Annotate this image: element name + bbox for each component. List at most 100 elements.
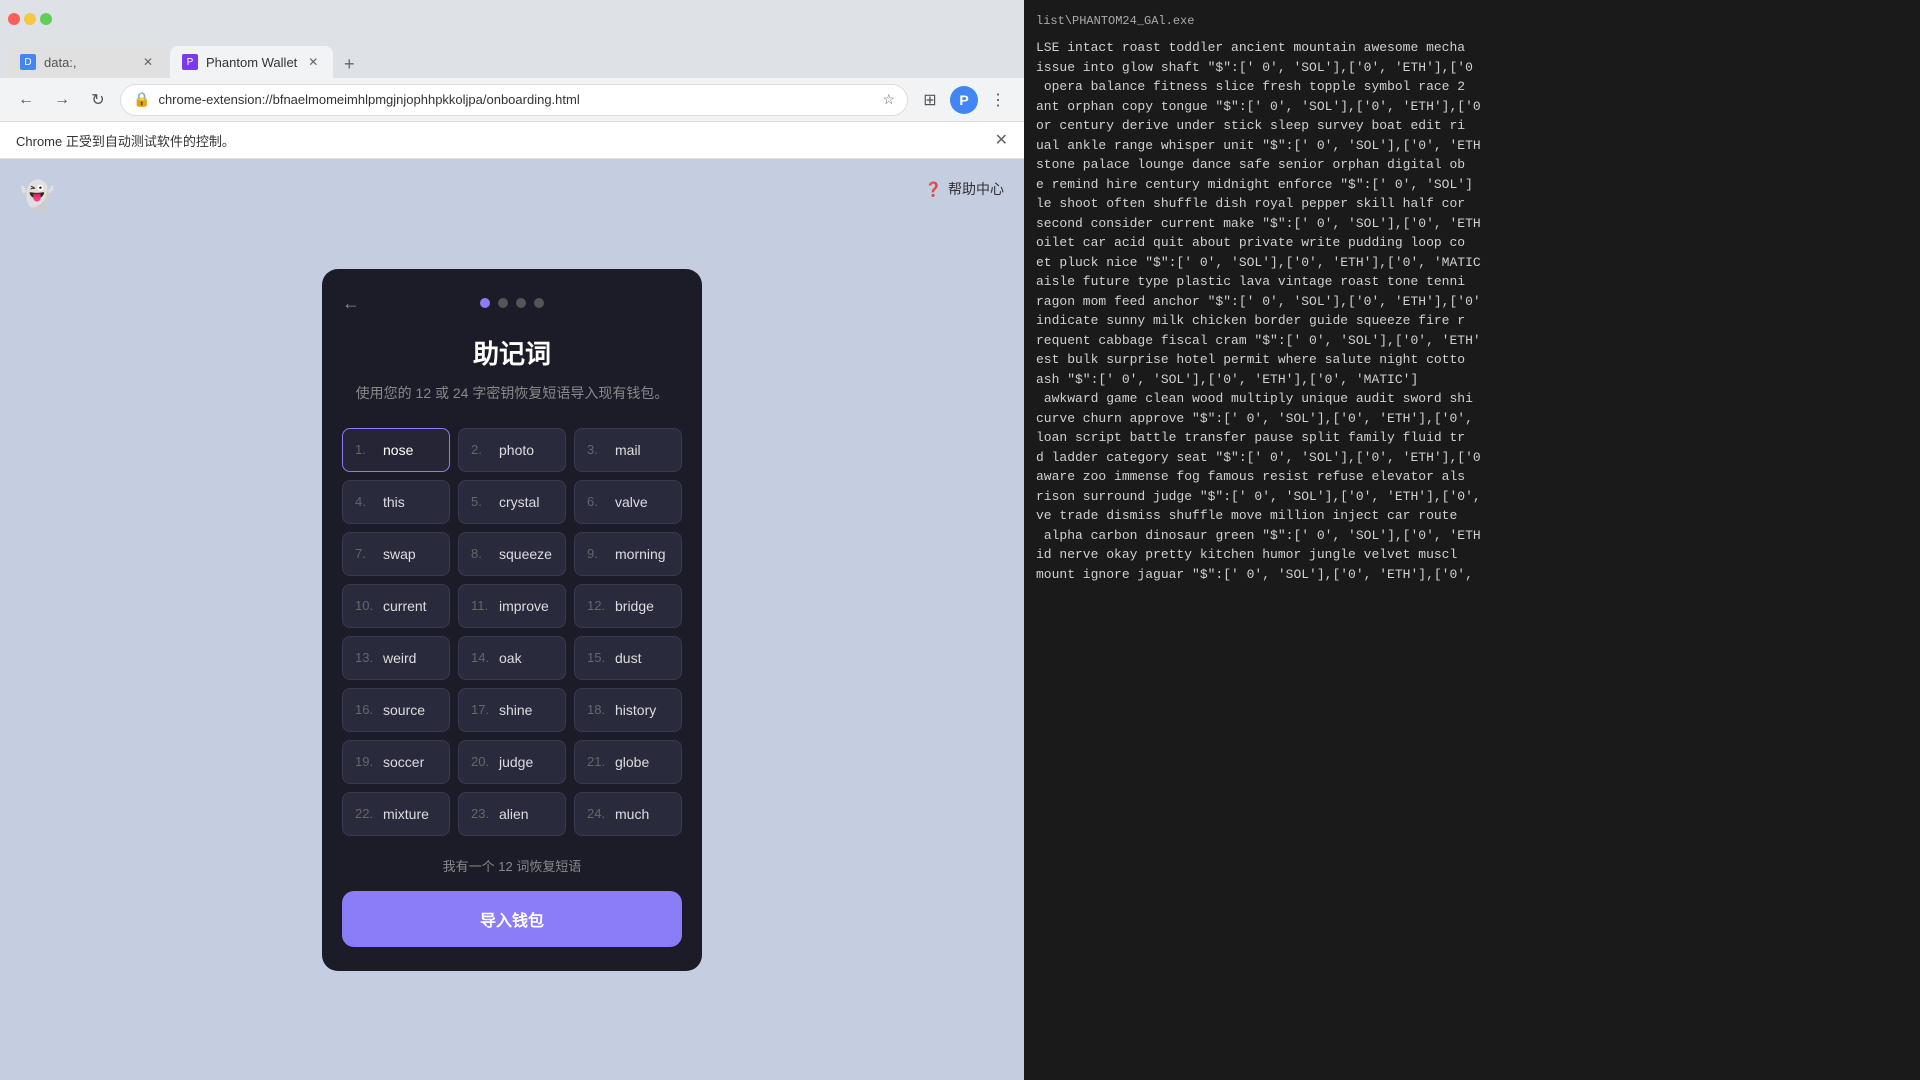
dot-4 — [534, 298, 544, 308]
dot-2 — [498, 298, 508, 308]
seed-num-24: 24. — [587, 806, 607, 821]
seed-word-14: oak — [499, 650, 522, 666]
seed-cell-2[interactable]: 2.photo — [458, 428, 566, 472]
seed-cell-6[interactable]: 6. valve — [574, 480, 682, 524]
seed-num-1: 1. — [355, 442, 375, 457]
tab-data-label: data:, — [44, 55, 77, 70]
tab-data[interactable]: D data:, ✕ — [8, 46, 168, 78]
seed-cell-11[interactable]: 11.improve — [458, 584, 566, 628]
seed-cell-14[interactable]: 14. oak — [458, 636, 566, 680]
seed-word-16: source — [383, 702, 425, 718]
seed-word-5: crystal — [499, 494, 539, 510]
seed-word-23: alien — [499, 806, 529, 822]
notification-close-button[interactable]: ✕ — [995, 130, 1008, 150]
browser-window: D data:, ✕ P Phantom Wallet ✕ + ← → ↻ 🔒 … — [0, 0, 1024, 1080]
seed-cell-13[interactable]: 13.weird — [342, 636, 450, 680]
page-content: 👻 ❓ 帮助中心 ← 助记词 使用您的 12 或 24 字密钥恢复短语导入现有钱… — [0, 159, 1024, 1080]
seed-cell-17[interactable]: 17.shine — [458, 688, 566, 732]
window-close-btn[interactable] — [8, 13, 20, 25]
seed-num-19: 19. — [355, 754, 375, 769]
window-minimize-btn[interactable] — [24, 13, 36, 25]
tab-phantom-close[interactable]: ✕ — [305, 54, 321, 70]
profile-avatar[interactable]: P — [950, 86, 978, 114]
seed-cell-5[interactable]: 5. crystal — [458, 480, 566, 524]
menu-button[interactable]: ⋮ — [984, 86, 1012, 114]
seed-num-3: 3. — [587, 442, 607, 457]
forward-button[interactable]: → — [48, 86, 76, 114]
url-text: chrome-extension://bfnaelmomeimhlpmgjnjo… — [158, 92, 874, 107]
terminal-window: list\PHANTOM24_GAl.exe LSE intact roast … — [1024, 0, 1920, 1080]
extensions-button[interactable]: ⊞ — [916, 86, 944, 114]
seed-cell-22[interactable]: 22.mixture — [342, 792, 450, 836]
seed-num-14: 14. — [471, 650, 491, 665]
terminal-title: list\PHANTOM24_GAl.exe — [1036, 12, 1908, 30]
seed-num-10: 10. — [355, 598, 375, 613]
seed-word-11: improve — [499, 598, 549, 614]
seed-num-6: 6. — [587, 494, 607, 509]
seed-cell-16[interactable]: 16.source — [342, 688, 450, 732]
seed-cell-23[interactable]: 23.alien — [458, 792, 566, 836]
seed-word-21: globe — [615, 754, 649, 770]
notification-text: Chrome 正受到自动测试软件的控制。 — [16, 131, 235, 150]
seed-cell-4[interactable]: 4.this — [342, 480, 450, 524]
omnibox-bar: ← → ↻ 🔒 chrome-extension://bfnaelmomeimh… — [0, 78, 1024, 122]
refresh-button[interactable]: ↻ — [84, 86, 112, 114]
seed-word-24: much — [615, 806, 649, 822]
tab-bar: D data:, ✕ P Phantom Wallet ✕ + — [0, 38, 1024, 78]
new-tab-button[interactable]: + — [335, 50, 363, 78]
seed-word-13: weird — [383, 650, 416, 666]
window-controls — [8, 13, 52, 25]
seed-cell-7[interactable]: 7.swap — [342, 532, 450, 576]
toolbar-icons: ⊞ P ⋮ — [916, 86, 1012, 114]
address-bar[interactable]: 🔒 chrome-extension://bfnaelmomeimhlpmgjn… — [120, 84, 908, 116]
dot-1 — [480, 298, 490, 308]
import-wallet-button[interactable]: 导入钱包 — [342, 891, 682, 947]
seed-word-15: dust — [615, 650, 641, 666]
wallet-modal: ← 助记词 使用您的 12 或 24 字密钥恢复短语导入现有钱包。 1.2.ph… — [322, 269, 702, 971]
seed-cell-10[interactable]: 10.current — [342, 584, 450, 628]
seed-cell-15[interactable]: 15.dust — [574, 636, 682, 680]
seed-cell-8[interactable]: 8. squeeze — [458, 532, 566, 576]
seed-cell-12[interactable]: 12.bridge — [574, 584, 682, 628]
back-arrow-button[interactable]: ← — [342, 293, 360, 314]
seed-num-21: 21. — [587, 754, 607, 769]
seed-cell-19[interactable]: 19.soccer — [342, 740, 450, 784]
tab-data-close[interactable]: ✕ — [140, 54, 156, 70]
seed-word-2: photo — [499, 442, 534, 458]
seed-num-18: 18. — [587, 702, 607, 717]
seed-num-22: 22. — [355, 806, 375, 821]
dot-3 — [516, 298, 526, 308]
tab-data-favicon: D — [20, 54, 36, 70]
seed-cell-18[interactable]: 18.history — [574, 688, 682, 732]
seed-cell-1[interactable]: 1. — [342, 428, 450, 472]
window-maximize-btn[interactable] — [40, 13, 52, 25]
seed-cell-20[interactable]: 20.judge — [458, 740, 566, 784]
seed-word-7: swap — [383, 546, 416, 562]
back-button[interactable]: ← — [12, 86, 40, 114]
seed-num-5: 5. — [471, 494, 491, 509]
seed-num-4: 4. — [355, 494, 375, 509]
phantom-ghost-icon: 👻 — [20, 179, 55, 212]
seed-input-1[interactable] — [383, 442, 437, 458]
seed-cell-21[interactable]: 21. globe — [574, 740, 682, 784]
seed-word-8: squeeze — [499, 546, 552, 562]
phantom-logo: 👻 — [20, 179, 55, 212]
seed-word-6: valve — [615, 494, 648, 510]
seed-word-9: morning — [615, 546, 666, 562]
bookmark-icon[interactable]: ☆ — [882, 91, 895, 108]
seed-cell-9[interactable]: 9.morning — [574, 532, 682, 576]
lock-icon: 🔒 — [133, 91, 150, 108]
terminal-content: LSE intact roast toddler ancient mountai… — [1036, 38, 1908, 584]
notification-bar: Chrome 正受到自动测试软件的控制。 ✕ — [0, 122, 1024, 159]
seed-cell-24[interactable]: 24. much — [574, 792, 682, 836]
seed-num-8: 8. — [471, 546, 491, 561]
switch-link[interactable]: 我有一个 12 词恢复短语 — [342, 856, 682, 875]
seed-phrase-grid: 1. 2.photo3.mail 4.this 5. crystal 6. valve 7.s… — [342, 428, 682, 836]
help-center-link[interactable]: ❓ 帮助中心 — [925, 179, 1004, 199]
switch-link-text: 我有一个 12 词恢复短语 — [443, 859, 582, 874]
seed-cell-3[interactable]: 3.mail — [574, 428, 682, 472]
modal-header: ← — [342, 293, 682, 314]
tab-phantom[interactable]: P Phantom Wallet ✕ — [170, 46, 333, 78]
seed-word-17: shine — [499, 702, 532, 718]
help-icon: ❓ — [925, 181, 942, 198]
